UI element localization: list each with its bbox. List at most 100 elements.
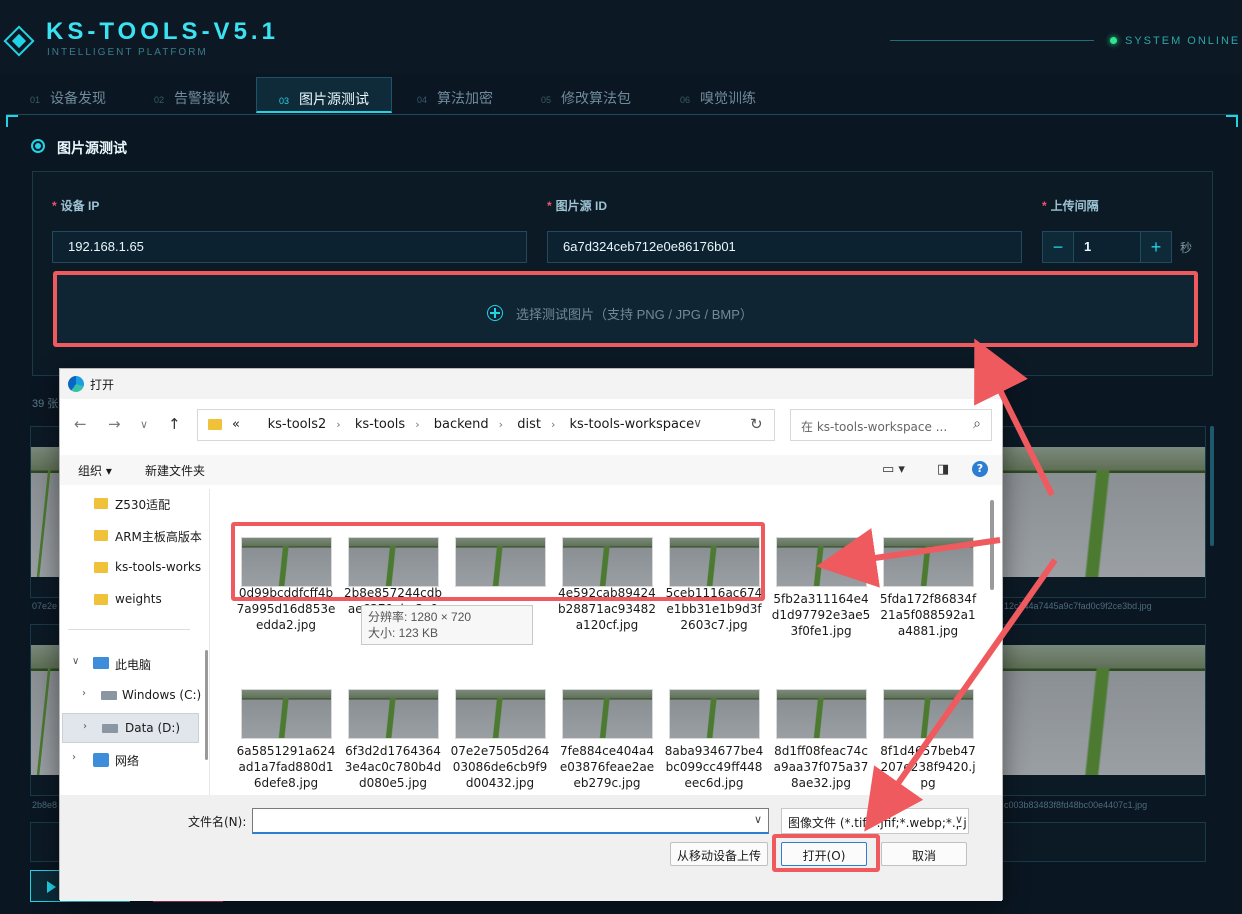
forward-arrow-icon[interactable]: → bbox=[108, 415, 121, 433]
chevron-down-icon: ∨ bbox=[72, 656, 80, 667]
back-arrow-icon[interactable]: ← bbox=[74, 415, 87, 433]
navigation-pane: Z530适配 ARM主板高版本 ks-tools-works weights ∨… bbox=[60, 489, 210, 795]
device-ip-input[interactable]: 192.168.1.65 bbox=[52, 231, 527, 263]
nav-item-ks-tools-workspace[interactable]: ks-tools-works bbox=[60, 553, 206, 583]
recent-chevron-icon[interactable]: ∨ bbox=[140, 418, 148, 431]
header-divider bbox=[890, 40, 1094, 41]
image-source-id-label: * 图片源 ID bbox=[547, 199, 608, 213]
computer-icon bbox=[93, 657, 109, 669]
app-title: KS-TOOLS-V5.1 bbox=[46, 18, 279, 45]
interval-increment-button[interactable]: + bbox=[1140, 231, 1172, 263]
help-icon[interactable]: ? bbox=[972, 461, 988, 477]
tab-olfactory-training[interactable]: 06 嗅觉训练 bbox=[680, 77, 756, 113]
gallery-thumbnail[interactable] bbox=[30, 426, 62, 598]
file-item[interactable]: 8f1d4657beb47207e238f9420.jpg bbox=[878, 689, 978, 791]
image-thumbnail bbox=[882, 537, 974, 587]
file-item[interactable]: 6a5851291a624ad1a7fad880d16defe8.jpg bbox=[236, 689, 336, 791]
search-icon: ⌕ bbox=[973, 416, 981, 432]
breadcrumb-item[interactable]: backend bbox=[434, 417, 489, 432]
gallery-caption: 2b8e8 bbox=[32, 800, 58, 810]
tab-algorithm-encrypt[interactable]: 04 算法加密 bbox=[417, 77, 493, 113]
gallery-thumbnail[interactable] bbox=[30, 822, 62, 862]
image-thumbnail bbox=[668, 689, 760, 739]
nav-item-data-d[interactable]: › Data (D:) bbox=[62, 713, 199, 743]
image-thumbnail bbox=[775, 689, 867, 739]
gallery-thumbnail[interactable] bbox=[30, 624, 62, 796]
section-radio-icon bbox=[31, 139, 45, 153]
chevron-down-icon: ∨ bbox=[954, 813, 963, 826]
nav-item-arm[interactable]: ARM主板高版本 bbox=[60, 521, 206, 551]
nav-pane-scrollbar[interactable] bbox=[205, 650, 208, 760]
folder-icon bbox=[94, 594, 108, 605]
gallery-caption: 07e2e bbox=[32, 601, 58, 611]
interval-decrement-button[interactable]: − bbox=[1042, 231, 1074, 263]
new-folder-button[interactable]: 新建文件夹 bbox=[145, 462, 205, 479]
gallery-scrollbar[interactable] bbox=[1210, 426, 1214, 546]
breadcrumb-item[interactable]: dist bbox=[517, 417, 541, 432]
chevron-down-icon[interactable]: ∨ bbox=[754, 813, 762, 826]
file-type-filter-select[interactable]: 图像文件 (*.tif;*.jfif;*.webp;*.pj ∨ bbox=[781, 808, 969, 834]
dialog-title: 打开 bbox=[90, 378, 115, 392]
dialog-titlebar: 打开 bbox=[60, 369, 1002, 399]
nav-item-windows-c[interactable]: › Windows (C:) bbox=[60, 681, 206, 711]
dialog-command-bar: 组织 ▾ 新建文件夹 ▭ ▾ ◨ ? bbox=[60, 455, 1002, 485]
edge-browser-icon bbox=[68, 376, 84, 392]
cancel-button[interactable]: 取消 bbox=[881, 842, 967, 866]
breadcrumb-item[interactable]: ks-tools2 bbox=[268, 417, 327, 432]
file-item[interactable]: 5fb2a311164e4d1d97792e3ae53f0fe1.jpg bbox=[771, 537, 871, 639]
refresh-icon[interactable]: ↻ bbox=[750, 415, 763, 433]
drive-icon bbox=[101, 691, 117, 700]
file-item[interactable]: 07e2e7505d26403086de6cb9f9d00432.jpg bbox=[450, 689, 550, 791]
drive-icon bbox=[102, 724, 118, 733]
app-subtitle: INTELLIGENT PLATFORM bbox=[47, 47, 208, 58]
annotation-box-upload bbox=[53, 271, 1198, 347]
upload-from-mobile-button[interactable]: 从移动设备上传 bbox=[670, 842, 768, 866]
app-header: KS-TOOLS-V5.1 INTELLIGENT PLATFORM SYSTE… bbox=[0, 0, 1242, 74]
up-arrow-icon[interactable]: ↑ bbox=[168, 415, 181, 433]
image-thumbnail bbox=[240, 689, 332, 739]
gallery-thumbnail[interactable] bbox=[1002, 822, 1206, 862]
folder-icon bbox=[208, 419, 222, 430]
gallery-thumbnail[interactable] bbox=[1002, 426, 1206, 598]
breadcrumb-item[interactable]: ks-tools bbox=[355, 417, 405, 432]
image-source-id-input[interactable]: 6a7d324ceb712e0e86176b01 bbox=[547, 231, 1022, 263]
filename-input[interactable]: ∨ bbox=[252, 808, 769, 834]
gallery-thumbnail[interactable] bbox=[1002, 624, 1206, 796]
image-thumbnail bbox=[775, 537, 867, 587]
dialog-navbar: ← → ∨ ↑ « ks-tools2 › ks-tools › backend › … bbox=[60, 405, 1002, 445]
panel-corner bbox=[6, 115, 18, 127]
interval-input[interactable]: 1 bbox=[1073, 231, 1141, 263]
file-item[interactable]: 5fda172f86834f21a5f088592a1a4881.jpg bbox=[878, 537, 978, 639]
file-item[interactable]: 8aba934677be4bc099cc49ff448eec6d.jpg bbox=[664, 689, 764, 791]
breadcrumb-item[interactable]: ks-tools-workspace bbox=[570, 417, 695, 432]
gallery-caption: 12c744a7445a9c7fad0c9f2ce3bd.jpg bbox=[1004, 601, 1152, 611]
file-item[interactable]: 8d1ff08feac74ca9aa37f075a378ae32.jpg bbox=[771, 689, 871, 791]
tab-modify-algorithm-package[interactable]: 05 修改算法包 bbox=[541, 77, 631, 113]
status-online-dot-icon bbox=[1110, 37, 1117, 44]
breadcrumb-overflow[interactable]: « bbox=[232, 417, 240, 432]
chevron-right-icon: › bbox=[82, 688, 86, 699]
file-item[interactable]: 7fe884ce404a4e03876feae2aeeb279c.jpg bbox=[557, 689, 657, 791]
chevron-right-icon: › bbox=[72, 752, 76, 763]
nav-item-z530[interactable]: Z530适配 bbox=[60, 489, 206, 519]
nav-item-this-pc[interactable]: ∨ 此电脑 bbox=[60, 649, 206, 679]
folder-search-input[interactable]: 在 ks-tools-workspace ... ⌕ bbox=[790, 409, 992, 441]
file-list-scrollbar[interactable] bbox=[990, 500, 994, 590]
network-icon bbox=[93, 753, 109, 767]
tab-image-source-test[interactable]: 03 图片源测试 bbox=[256, 77, 393, 113]
nav-item-weights[interactable]: weights bbox=[60, 585, 206, 615]
interval-unit: 秒 bbox=[1180, 241, 1193, 255]
preview-pane-icon[interactable]: ◨ bbox=[937, 462, 949, 477]
tab-alarm-receive[interactable]: 02 告警接收 bbox=[154, 77, 230, 113]
section-title: 图片源测试 bbox=[57, 140, 127, 156]
tab-device-discovery[interactable]: 01 设备发现 bbox=[30, 77, 106, 113]
folder-icon bbox=[94, 498, 108, 509]
organize-menu[interactable]: 组织 ▾ bbox=[78, 462, 112, 479]
filename-label: 文件名(N): bbox=[188, 815, 247, 829]
folder-icon bbox=[94, 530, 108, 541]
file-item[interactable]: 6f3d2d17643643e4ac0c780b4dd080e5.jpg bbox=[343, 689, 443, 791]
address-dropdown-chevron-icon[interactable]: ∨ bbox=[693, 416, 702, 430]
view-mode-icon[interactable]: ▭ ▾ bbox=[882, 462, 905, 477]
nav-item-network[interactable]: › 网络 bbox=[60, 745, 206, 775]
address-bar[interactable]: « ks-tools2 › ks-tools › backend › dist › ks… bbox=[197, 409, 775, 441]
